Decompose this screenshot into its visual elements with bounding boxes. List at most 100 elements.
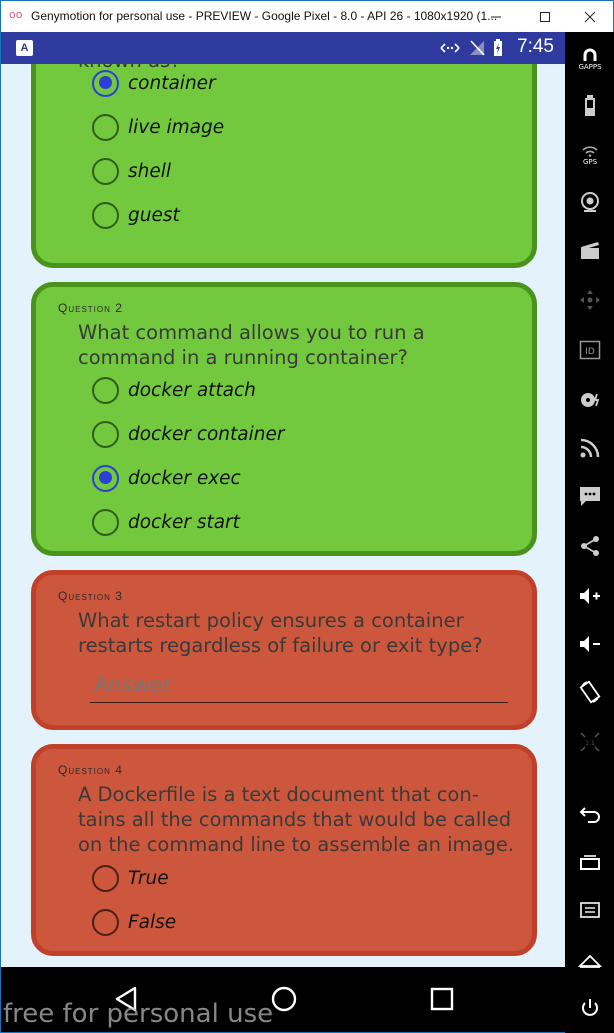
sms-chat-icon — [580, 487, 600, 506]
answer-input[interactable] — [90, 667, 508, 703]
question-text: A Dockerfile is a text document that con… — [78, 783, 515, 856]
option-docker-start[interactable]: docker start — [92, 506, 240, 538]
option-label: container — [128, 72, 216, 94]
no-signal-icon — [470, 40, 485, 56]
option-false[interactable]: False — [92, 906, 176, 938]
menu-key-button[interactable] — [565, 894, 614, 926]
camera-icon — [581, 192, 599, 212]
status-bar: A 7:45 — [1, 32, 565, 64]
recents-button[interactable] — [429, 985, 455, 1017]
share-icon — [581, 536, 599, 556]
radio-selected-icon[interactable] — [92, 69, 119, 97]
option-label: docker start — [128, 511, 240, 533]
radio-icon[interactable] — [92, 864, 119, 892]
home-icon — [578, 954, 602, 968]
camera-button[interactable] — [565, 186, 614, 218]
option-label: docker container — [128, 423, 285, 445]
option-label: False — [128, 911, 177, 933]
question-number: Question 4 — [58, 763, 123, 777]
radio-icon[interactable] — [92, 420, 119, 448]
option-label: shell — [128, 160, 172, 182]
disk-io-icon — [581, 393, 600, 407]
question-card-2: Question 2 What command allows you to ru… — [31, 282, 537, 556]
radio-icon[interactable] — [92, 908, 119, 936]
watermark: free for personal use — [3, 999, 274, 1029]
gapps-button[interactable]: GAPPS — [565, 42, 614, 76]
option-label: True — [128, 867, 169, 889]
device-id-button[interactable]: ID — [565, 334, 614, 366]
option-container[interactable]: container — [92, 67, 216, 99]
data-sync-icon — [440, 43, 460, 53]
option-guest[interactable]: guest — [92, 199, 180, 231]
radio-icon[interactable] — [92, 201, 119, 229]
home-button[interactable] — [270, 985, 298, 1017]
radio-icon[interactable] — [92, 157, 119, 185]
home-key-button[interactable] — [565, 944, 614, 976]
recent-apps-button[interactable] — [565, 846, 614, 878]
device-screen: known as? container live image shell gue… — [1, 32, 565, 967]
gapps-icon — [583, 48, 597, 61]
close-icon — [584, 11, 596, 22]
back-arrow-icon — [579, 807, 600, 823]
question-card-4: Question 4 A Dockerfile is a text docume… — [31, 744, 537, 956]
clapperboard-icon — [581, 242, 599, 259]
option-docker-exec[interactable]: docker exec — [92, 462, 241, 494]
window-title: Genymotion for personal use - PREVIEW - … — [31, 9, 498, 23]
question-card-3: Question 3 What restart policy ensures a… — [31, 570, 537, 730]
disk-io-button[interactable] — [565, 384, 614, 416]
volume-up-button[interactable] — [565, 580, 614, 612]
question-number: Question 3 — [58, 589, 123, 603]
radio-selected-icon[interactable] — [92, 464, 119, 492]
maximize-button[interactable] — [522, 1, 568, 32]
dpad-button[interactable] — [565, 284, 614, 316]
recent-apps-icon — [580, 855, 600, 870]
dpad-icon — [580, 290, 600, 310]
power-button[interactable] — [565, 992, 614, 1024]
quiz-content: known as? container live image shell gue… — [1, 32, 565, 967]
share-button[interactable] — [565, 530, 614, 562]
gps-button[interactable]: GPS — [565, 138, 614, 172]
recents-square-icon — [430, 987, 454, 1011]
option-docker-attach[interactable]: docker attach — [92, 374, 256, 406]
option-label: docker exec — [128, 467, 241, 489]
back-key-button[interactable] — [565, 798, 614, 830]
menu-icon — [580, 902, 600, 918]
battery-button[interactable] — [565, 90, 614, 122]
volume-down-button[interactable] — [565, 628, 614, 660]
maximize-icon — [540, 11, 550, 22]
battery-charging-icon — [494, 39, 502, 56]
option-live-image[interactable]: live image — [92, 111, 224, 143]
id-icon: ID — [579, 340, 601, 360]
network-button[interactable] — [565, 432, 614, 464]
volume-down-icon — [580, 636, 600, 652]
close-button[interactable] — [567, 1, 613, 32]
radio-icon[interactable] — [92, 376, 119, 404]
option-label: guest — [128, 204, 180, 226]
question-number: Question 2 — [58, 301, 123, 315]
app-notification-icon: A — [16, 40, 33, 56]
question-card-1: known as? container live image shell gue… — [31, 32, 537, 268]
pixel-perfect-icon: 1:1 — [580, 732, 600, 752]
sms-button[interactable] — [565, 480, 614, 512]
radio-icon[interactable] — [92, 113, 119, 141]
rss-network-icon — [580, 438, 600, 458]
media-button[interactable] — [565, 234, 614, 266]
home-circle-icon — [271, 986, 297, 1012]
svg-text:ID: ID — [585, 347, 595, 357]
pixel-perfect-button[interactable]: 1:1 — [565, 726, 614, 758]
option-shell[interactable]: shell — [92, 155, 171, 187]
genymotion-logo-icon: oo — [9, 8, 23, 21]
power-icon — [582, 999, 598, 1016]
minimize-icon — [491, 16, 501, 17]
option-label: docker attach — [128, 379, 256, 401]
title-bar: oo Genymotion for personal use - PREVIEW… — [1, 1, 613, 32]
rotate-button[interactable] — [565, 676, 614, 708]
radio-icon[interactable] — [92, 508, 119, 536]
emulator-window: oo Genymotion for personal use - PREVIEW… — [0, 0, 614, 1033]
clock: 7:45 — [517, 36, 554, 57]
option-docker-container[interactable]: docker container — [92, 418, 284, 450]
question-text: What command allows you to run a command… — [78, 321, 425, 369]
minimize-button[interactable] — [473, 1, 519, 32]
option-true[interactable]: True — [92, 862, 169, 894]
gps-wifi-icon — [582, 145, 598, 157]
